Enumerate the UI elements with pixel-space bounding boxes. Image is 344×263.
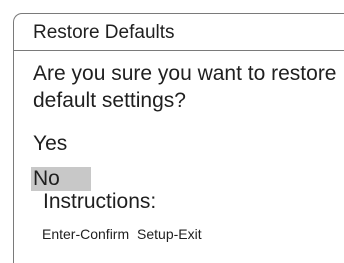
dialog-title-bar: Restore Defaults xyxy=(14,14,344,51)
option-yes[interactable]: Yes xyxy=(31,132,69,156)
setup-exit-hint: Setup-Exit xyxy=(137,226,202,242)
instructions-keys: Enter-Confirm Setup-Exit xyxy=(42,226,202,242)
option-no-selected[interactable]: No xyxy=(31,167,91,191)
restore-defaults-dialog: Restore Defaults Are you sure you want t… xyxy=(13,13,344,263)
confirmation-prompt: Are you sure you want to restore default… xyxy=(33,62,337,112)
instructions-heading: Instructions: xyxy=(43,190,157,213)
dialog-title: Restore Defaults xyxy=(33,22,175,43)
enter-confirm-hint: Enter-Confirm xyxy=(42,226,130,242)
